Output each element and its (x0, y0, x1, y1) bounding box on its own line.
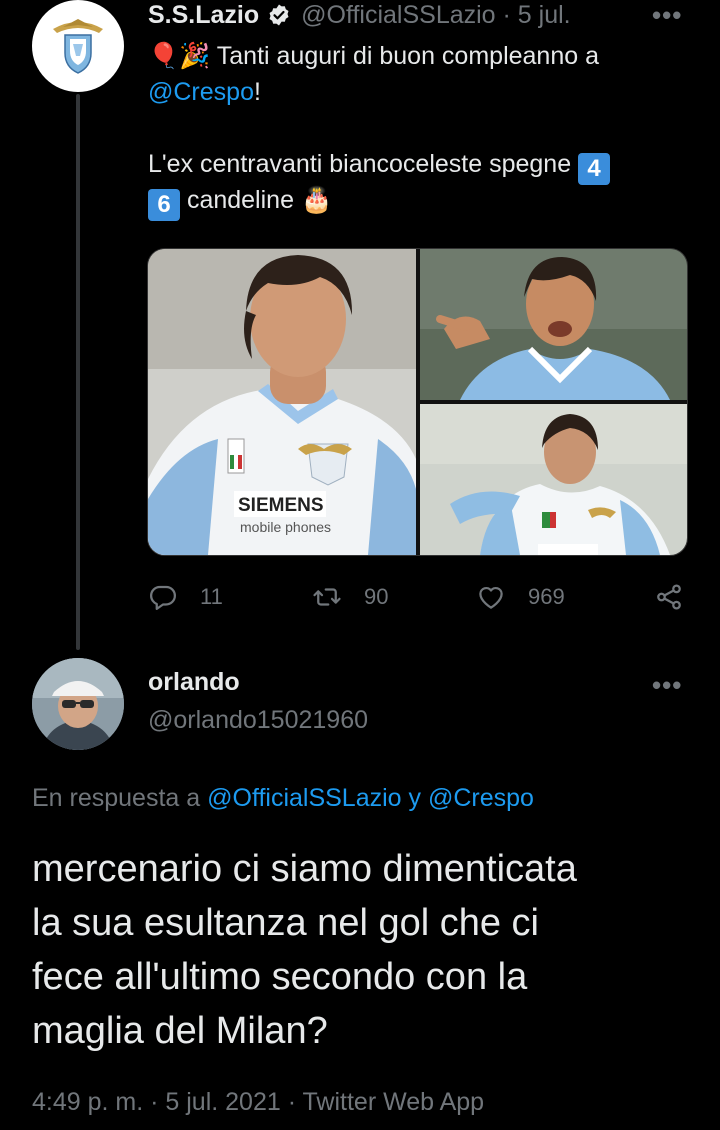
tweet-text: 🎈🎉 Tanti auguri di buon compleanno a @Cr… (148, 38, 688, 221)
share-icon (657, 584, 681, 610)
party-emoji: 🎉 (179, 42, 211, 70)
replying-to-label: En respuesta a (32, 784, 208, 812)
reply-text-line: mercenario ci siamo dimenticata (32, 848, 577, 890)
thread-connector-line (76, 94, 80, 650)
svg-text:SIEMENS: SIEMENS (238, 495, 324, 516)
more-options-icon[interactable]: ••• (652, 672, 682, 698)
retweet-button[interactable]: 90 (312, 580, 388, 614)
reply-author-handle[interactable]: @orlando15021960 (148, 706, 368, 735)
tweet-action-bar: 11 90 969 (148, 580, 688, 614)
reply-mention-lazio[interactable]: @OfficialSSLazio (207, 784, 401, 812)
reply-button[interactable]: 11 (148, 580, 223, 614)
photo-top-right[interactable] (420, 249, 687, 400)
reply-author-name[interactable]: orlando (148, 668, 240, 697)
text-segment: candeline (180, 186, 301, 214)
balloon-emoji: 🎈 (148, 42, 180, 70)
like-count: 969 (528, 584, 565, 609)
tweet-header: S.S.Lazio @OfficialSSLazio · 5 jul. (148, 0, 708, 30)
user-photo-avatar (32, 658, 124, 750)
share-button[interactable] (654, 580, 684, 614)
lazio-avatar[interactable] (32, 0, 124, 92)
reply-icon (150, 585, 176, 610)
cake-emoji: 🎂 (300, 186, 333, 214)
reply-count: 11 (200, 584, 223, 609)
text-segment: L'ex centravanti biancoceleste spegne (148, 150, 579, 178)
text-segment: ! (253, 78, 261, 106)
author-name[interactable]: S.S.Lazio (148, 1, 259, 30)
lazio-crest-icon (53, 19, 103, 74)
player-photo-illustration: SIEMENS mobile phones (148, 249, 416, 555)
media-grid: SIEMENS mobile phones (147, 248, 688, 556)
reply-tweet-text: mercenario ci siamo dimenticata la sua e… (32, 842, 702, 1058)
orlando-avatar[interactable] (32, 658, 124, 750)
author-handle-and-time[interactable]: @OfficialSSLazio · 5 jul. (301, 1, 570, 30)
tweet-text-line-2: @Crespo! (148, 74, 688, 110)
tweet-text-line-1: 🎈🎉 Tanti auguri di buon compleanno a (148, 38, 688, 74)
tweet-text-line-3: L'ex centravanti biancoceleste spegne 4 (148, 146, 688, 185)
reply-text-line: fece all'ultimo secondo con la (32, 956, 528, 998)
reply-connector: y (401, 784, 428, 812)
tweet-timestamp-source[interactable]: 4:49 p. m. · 5 jul. 2021 · Twitter Web A… (32, 1088, 484, 1117)
retweet-count: 90 (364, 584, 389, 609)
verified-badge-icon (269, 4, 289, 26)
mention-link[interactable]: @Crespo (148, 78, 254, 106)
text-segment: Tanti auguri di buon compleanno a (210, 42, 599, 70)
reply-text-line: la sua esultanza nel gol che ci (32, 902, 539, 944)
tweet-text-line-4: 6 candeline 🎂 (148, 182, 688, 221)
like-button[interactable]: 969 (476, 580, 565, 614)
keycap-six-emoji: 6 (148, 189, 180, 221)
player-pointing-photo-illustration (420, 249, 687, 400)
player-celebrating-photo-illustration (420, 404, 687, 555)
replying-to-line: En respuesta a @OfficialSSLazio y @Cresp… (32, 784, 534, 813)
reply-text-line: maglia del Milan? (32, 1010, 328, 1052)
svg-text:mobile phones: mobile phones (240, 519, 331, 535)
retweet-icon (313, 588, 341, 606)
reply-mention-crespo[interactable]: @Crespo (428, 784, 534, 812)
keycap-four-emoji: 4 (578, 153, 611, 185)
more-options-icon[interactable]: ••• (652, 2, 682, 28)
photo-bottom-right[interactable] (420, 404, 687, 555)
photo-left[interactable]: SIEMENS mobile phones (148, 249, 416, 555)
heart-icon (479, 586, 503, 609)
